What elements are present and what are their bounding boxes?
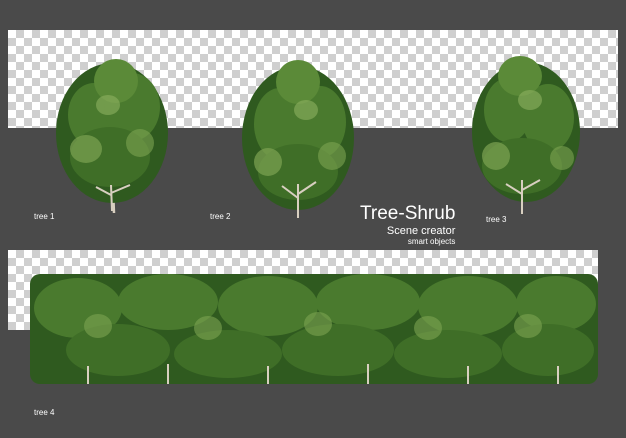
tree-4-label: tree 4: [34, 408, 55, 417]
tree-2-label: tree 2: [210, 212, 231, 221]
tree-1-image: [56, 59, 168, 214]
tree-3-image: [472, 56, 580, 214]
tree-4-hedge-image: [30, 274, 598, 384]
tree-2-image: [242, 60, 354, 218]
tree-1-label: tree 1: [34, 212, 55, 221]
brand-subtitle: Scene creator: [386, 225, 456, 237]
brand-title: Tree-Shrub: [360, 203, 456, 224]
tree-3-label: tree 3: [486, 215, 507, 224]
brand-tagline: smart objects: [407, 237, 456, 246]
brand-title-block: Tree-Shrub Scene creator smart objects: [360, 203, 456, 247]
scene-canvas: tree 1 tree 2 tree 3 tree 4 Tree-Shrub S…: [0, 0, 626, 438]
